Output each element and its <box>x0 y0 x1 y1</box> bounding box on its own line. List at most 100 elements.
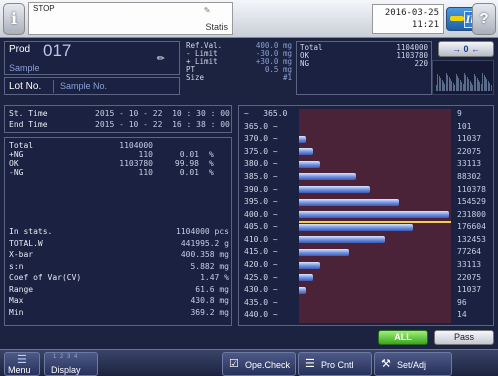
stat-value: 1104000 pcs <box>176 227 229 236</box>
histogram-bar <box>299 211 449 219</box>
histogram-count: 132453 <box>457 234 486 244</box>
histogram-row: 405.0 ~ 176604 <box>239 222 495 232</box>
count-row: Total 1104000 <box>9 141 229 150</box>
histogram-bar <box>299 173 357 181</box>
run-status: STOP <box>33 4 55 13</box>
reference-row: Size #1 <box>184 74 294 82</box>
histogram-count: 88302 <box>457 171 482 181</box>
histogram-bin-label: 440.0 ~ <box>244 310 278 320</box>
histogram-bar <box>299 186 371 194</box>
status-display: STOP ✎ Statis <box>28 2 233 35</box>
stat-label: Min <box>9 307 24 317</box>
histogram-count: 22075 <box>457 146 482 156</box>
histogram-count: 110378 <box>457 184 486 194</box>
zero-button[interactable]: → 0 ← <box>438 41 494 57</box>
stat-value: 1.47 % <box>200 273 229 282</box>
filter-pass-button[interactable]: Pass <box>434 330 494 345</box>
pro-cntl-button[interactable]: ☰ Pro Cntl <box>298 352 372 376</box>
stat-label: Max <box>9 296 24 305</box>
histogram-bin-label: 380.0 ~ <box>244 159 278 169</box>
filter-all-button[interactable]: ALL <box>378 330 428 345</box>
count-summary-value: 220 <box>414 59 428 68</box>
stat-label: Range <box>9 284 34 294</box>
product-panel[interactable]: Prod 017 Sample ✏ <box>4 41 180 75</box>
histogram-bar <box>299 135 307 143</box>
pro-cntl-label: Pro Cntl <box>321 360 354 370</box>
histogram-bin-label: 410.0 ~ <box>244 234 278 244</box>
count-label: -NG <box>9 168 24 177</box>
histogram-count: 154529 <box>457 197 486 207</box>
histogram-bin-label: 425.0 ~ <box>244 272 278 282</box>
histogram-bin-label: 400.0 ~ <box>244 209 278 219</box>
reference-value: #1 <box>282 73 292 82</box>
top-bar: i STOP ✎ Statis 2016-03-25 11:21 Ib ? <box>0 0 498 38</box>
histogram-bin-label: 375.0 ~ <box>244 146 278 156</box>
count-value: 1104000 <box>119 141 153 150</box>
count-value: 1103780 <box>119 159 153 168</box>
count-summary-label: NG <box>300 59 310 68</box>
histogram-count: 11037 <box>457 134 482 144</box>
count-summary-row: NG 220 <box>300 60 430 68</box>
stat-row: Max 430.8 mg <box>9 296 229 305</box>
stat-row: TOTAL.W 441995.2 g <box>9 239 229 248</box>
product-name: Sample <box>9 63 40 73</box>
histogram-count: 77264 <box>457 247 482 257</box>
histogram-bar <box>299 148 314 156</box>
page-indicator: 1 2 3 4 <box>53 354 79 360</box>
stat-label: X-bar <box>9 250 34 259</box>
histogram-row: 415.0 ~ 77264 <box>239 247 495 257</box>
count-unit: % <box>209 159 214 168</box>
counts-panel: Total 1104000 +NG 110 0.01% OK 1103780 99.98% -N… <box>4 137 232 225</box>
set-adj-button[interactable]: ⚒ Set/Adj <box>374 352 452 376</box>
histogram-count: 33113 <box>457 260 482 270</box>
histogram-count: 176604 <box>457 222 486 232</box>
lot-panel[interactable]: Lot No. Sample No. <box>4 77 180 95</box>
stat-value: 61.6 mg <box>195 284 229 294</box>
mini-bar <box>490 85 492 91</box>
stat-label: s:n <box>9 261 24 271</box>
histogram-count: 9 <box>457 109 462 118</box>
count-percent: 0.01 <box>179 168 199 177</box>
list-icon: ☰ <box>305 358 315 370</box>
count-summary: Total 1104000 OK 1103780 NG 220 <box>296 41 432 95</box>
display-button[interactable]: 1 2 3 4 Display <box>44 352 98 376</box>
reference-values: Ref.Val. 400.0 mg - Limit -30.0 mg + Limit +3… <box>184 41 294 95</box>
product-number: 017 <box>43 41 72 60</box>
histogram-bin-label: 395.0 ~ <box>244 197 278 207</box>
stat-row: Coef of Var(CV) 1.47 % <box>9 273 229 282</box>
key-icon <box>450 16 464 21</box>
histogram-row: 390.0 ~ 110378 <box>239 185 495 195</box>
histogram-row: 375.0 ~ 22075 <box>239 147 495 157</box>
info-button[interactable]: i <box>3 3 25 35</box>
count-unit: % <box>209 150 214 159</box>
histogram-bar <box>299 223 414 231</box>
reference-label: Size <box>186 73 205 82</box>
end-time-label: End Time <box>9 120 48 129</box>
mini-histogram <box>432 60 494 95</box>
count-row: +NG 110 0.01% <box>9 150 229 159</box>
count-value: 110 <box>138 168 153 177</box>
date-text: 2016-03-25 <box>384 8 439 18</box>
date-time-display: 2016-03-25 11:21 <box>372 4 444 34</box>
count-label: OK <box>9 159 19 168</box>
stat-label: Coef of Var(CV) <box>9 273 82 282</box>
menu-button[interactable]: ☰ Menu <box>4 352 40 376</box>
start-time-label: St. Time <box>9 109 48 118</box>
lot-value[interactable]: Sample No. <box>53 80 173 93</box>
histogram-row: 440.0 ~ 14 <box>239 310 495 320</box>
ope-check-button[interactable]: ☑ Ope.Check <box>222 352 296 376</box>
stat-row: s:n 5.882 mg <box>9 262 229 271</box>
edit-icon: ✎ <box>203 5 210 16</box>
help-button[interactable]: ? <box>472 3 496 35</box>
count-percent: 99.98 <box>174 159 199 168</box>
wand-icon[interactable]: ✏ <box>157 50 165 65</box>
time-panel: St. Time 2015 - 10 - 22 10 : 30 : 00 End… <box>4 105 232 133</box>
stat-label: In stats. <box>9 227 53 236</box>
histogram-bar <box>299 248 349 256</box>
histogram-count: 96 <box>457 297 467 307</box>
histogram-bar <box>299 160 321 168</box>
histogram-row: 410.0 ~ 132453 <box>239 235 495 245</box>
count-label: Total <box>9 141 34 150</box>
mode-label: Statis <box>205 22 228 32</box>
histogram-count: 33113 <box>457 159 482 169</box>
